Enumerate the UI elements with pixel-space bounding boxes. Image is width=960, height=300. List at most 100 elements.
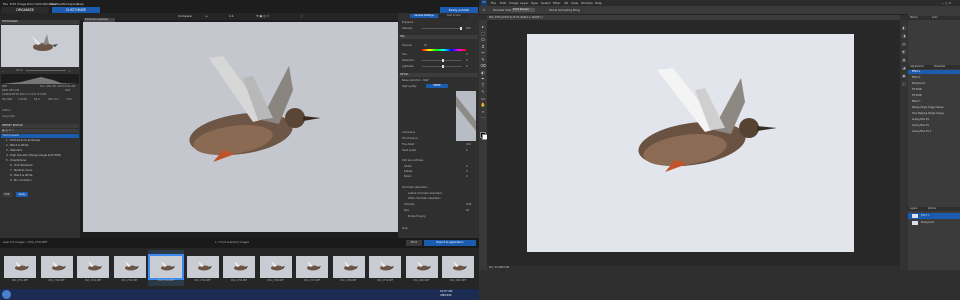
ps-menu-select[interactable]: Select [541, 1, 550, 5]
filmstrip-thumbnail[interactable] [259, 256, 292, 278]
zoom-field[interactable]: 41 % [16, 69, 23, 72]
properties-panel-header[interactable]: Adjustments Properties [908, 65, 960, 69]
zoom-level[interactable]: 1:1 [229, 14, 234, 18]
preset-item-6[interactable]: 6 - DxO Standard [10, 164, 32, 167]
filmstrip-thumbnail[interactable] [77, 256, 109, 278]
filmstrip-thumbnail[interactable] [296, 256, 328, 278]
preset-item-7[interactable]: 7 - Neutral colors [10, 169, 32, 172]
dock-icons[interactable]: ◧ ◨ ▤ ◩ ▦ ◪ ▣ ◫ [901, 24, 907, 88]
chrominance-value[interactable]: 40 [466, 137, 469, 140]
main-photo[interactable] [83, 22, 398, 232]
compare-button[interactable]: Compare [178, 14, 192, 18]
history-item[interactable]: Effect 1 [912, 70, 920, 73]
filmstrip-thumbnail[interactable] [223, 256, 255, 278]
preset-item-8[interactable]: 8 - Black & White [10, 174, 32, 177]
histogram-header[interactable]: HISTOGRAM [1, 20, 79, 24]
hue-spectrum[interactable] [422, 49, 466, 51]
history-item[interactable]: Background [912, 82, 925, 85]
preset-item-4[interactable]: 4 - High Dynamic Range (single shot HDR) [6, 154, 61, 157]
prime-button[interactable]: PRIME [426, 84, 448, 88]
preset-item-0[interactable]: DxO presets [3, 134, 19, 137]
filmstrip-thumbnail[interactable] [113, 256, 146, 278]
dead-pixels-value[interactable]: 0 [466, 149, 468, 152]
history-item[interactable]: Tone Mapping (Single Image) [912, 112, 944, 115]
saturation-slider[interactable] [422, 59, 462, 62]
ps-menu-image[interactable]: Image [509, 1, 518, 5]
ca-intensity-value[interactable]: 0.00 [466, 203, 471, 206]
intensity-slider[interactable] [422, 27, 462, 30]
detail-header[interactable]: DETAIL [399, 73, 478, 77]
ps-menu-type[interactable]: Type [531, 1, 538, 5]
preset-item-1[interactable]: 1 - Portrait and Landscape [6, 139, 40, 142]
other-ca-label[interactable]: Other chromatic aberration [408, 197, 441, 200]
navigator-thumbnail[interactable] [1, 25, 79, 67]
menu-palettes[interactable]: Palettes [50, 2, 62, 6]
ps-menu-3d[interactable]: 3D [564, 1, 568, 5]
zoom-plus-icon[interactable]: ＋ [68, 69, 71, 73]
history-item[interactable]: Effect 2 [912, 76, 920, 79]
zoom-out-icon[interactable]: － [2, 69, 5, 73]
menu-help[interactable]: Help [77, 2, 84, 6]
tool-icons[interactable]: ▸ ⬚ ⵔ ⌗ ✂ ✎ ⌫ ◐ ✒ T ↖ ▭ ✋ ⌕ ⋯ [480, 24, 486, 122]
actions-tab[interactable]: Actions [928, 207, 936, 210]
ps-menu-view[interactable]: View [571, 1, 578, 5]
color-tab[interactable]: Color [932, 16, 938, 19]
menu-edit[interactable]: Edit [10, 2, 16, 6]
luminance-value[interactable]: 100 [466, 131, 471, 134]
history-item[interactable]: Analog Efex Pro [912, 124, 929, 127]
export-button[interactable]: Export to application [424, 240, 476, 246]
tab-split-screen[interactable]: Split Screen [440, 14, 468, 18]
bokeh-value[interactable]: 0 [466, 175, 468, 178]
preset-item-5[interactable]: 5 - Smartphone [6, 159, 26, 162]
ps-menu-file[interactable]: File [491, 1, 496, 5]
tab-sample-settings[interactable]: Sample Settings [410, 14, 438, 18]
filmstrip-thumbnail[interactable] [369, 256, 401, 278]
preset-editor-header[interactable]: PRESET EDITOR [1, 124, 79, 128]
zoom-slider[interactable] [26, 70, 66, 71]
zoom-in-icon[interactable]: ＋ [205, 14, 208, 18]
history-item[interactable]: Effect 3 [912, 100, 920, 103]
filmstrip-thumbnail[interactable] [186, 256, 219, 278]
window-controls[interactable]: － ▢ ✕ [941, 1, 951, 5]
ps-menu-filter[interactable]: Filter [553, 1, 560, 5]
ca-size-value[interactable]: 50 [466, 209, 469, 212]
lateral-ca-label[interactable]: Lateral chromatic aberration [408, 192, 442, 195]
ps-menu-window[interactable]: Window [581, 1, 593, 5]
history-item[interactable]: Fill Width [912, 94, 922, 97]
ps-menu-layer[interactable]: Layer [520, 1, 528, 5]
filmstrip-thumbnail[interactable] [148, 254, 184, 280]
layer-row[interactable]: Background [908, 220, 960, 226]
history-item[interactable]: Analog Efex Pro [912, 118, 929, 121]
lightness-value[interactable]: 0 [466, 65, 468, 68]
preset-item-3[interactable]: 3 - Standard [6, 149, 22, 152]
menu-workspace[interactable]: Workspace [62, 2, 78, 6]
filmstrip-thumbnail[interactable] [442, 256, 474, 278]
sample-size-dropdown[interactable]: Point Sample [512, 8, 535, 12]
saturation-value[interactable]: 0 [466, 59, 468, 62]
history-item[interactable]: Fill Width [912, 88, 922, 91]
global-value[interactable]: 0 [466, 165, 468, 168]
apply-button[interactable]: Apply [16, 192, 28, 197]
layer-row[interactable]: Effect 1 [908, 213, 960, 219]
preset-item-9[interactable]: 9 - No correction [10, 179, 32, 182]
filmstrip-path[interactable]: search 8 images > DSC_2793.NEF [3, 241, 47, 244]
ps-menu-help[interactable]: Help [595, 1, 602, 5]
filmstrip-thumbnail[interactable] [40, 256, 73, 278]
intensity-value[interactable]: 100 [466, 27, 471, 30]
channel-value[interactable]: All [424, 44, 427, 47]
layers-panel-header[interactable]: Layers Actions [908, 207, 960, 211]
menu-image[interactable]: Image [17, 2, 26, 6]
filmstrip-thumbnail[interactable] [405, 256, 438, 278]
adjustments-tab[interactable]: Adjustments [910, 65, 924, 68]
menu-file[interactable]: File [3, 2, 8, 6]
history-item[interactable]: Merge (Single Image) Sweep [912, 106, 943, 109]
purple-fringing-label[interactable]: Purple fringing [408, 215, 426, 218]
hue-value[interactable]: 0 [466, 53, 468, 56]
start-icon[interactable] [2, 290, 11, 299]
sampling-ring-checkbox[interactable]: Show Sampling Ring [549, 8, 580, 12]
ps-menu-edit[interactable]: Edit [500, 1, 506, 5]
filmstrip-thumbnail[interactable] [332, 256, 365, 278]
preset-item-2[interactable]: 2 - Black & White [6, 144, 28, 147]
properties-tab[interactable]: Properties [934, 65, 945, 68]
print-button[interactable]: Print [406, 240, 422, 246]
